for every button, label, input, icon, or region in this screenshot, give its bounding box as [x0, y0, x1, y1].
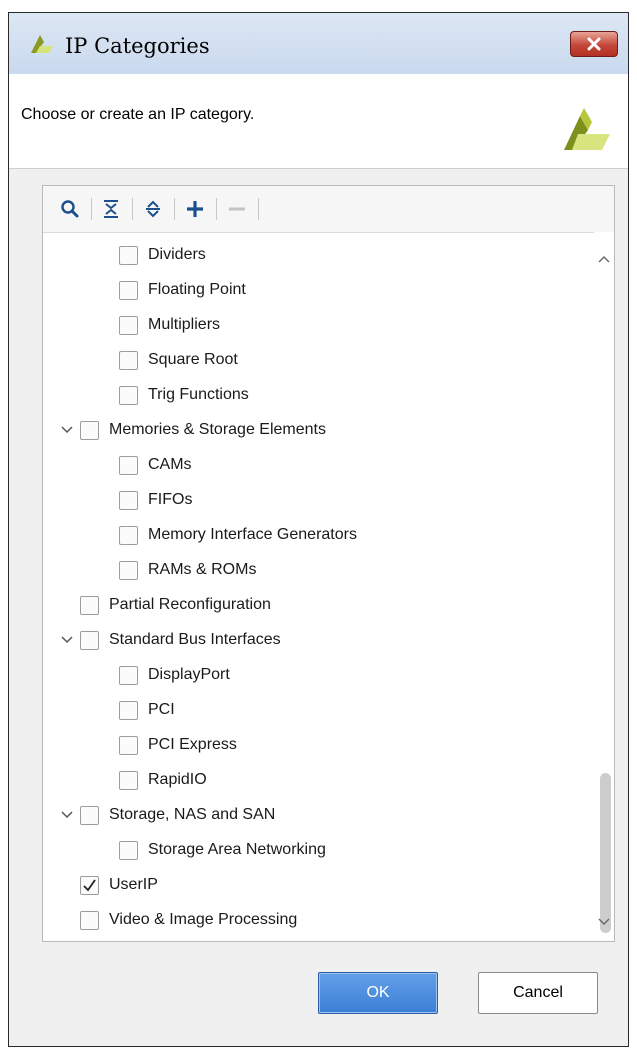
tree-toolbar — [43, 186, 614, 233]
checkbox[interactable] — [119, 315, 138, 335]
tree-item-label: RAMs & ROMs — [148, 561, 257, 578]
chevron-down-icon[interactable] — [60, 423, 74, 437]
tree-item[interactable]: DisplayPort — [119, 662, 230, 688]
collapse-all-icon[interactable] — [101, 199, 121, 219]
checkbox[interactable] — [80, 910, 99, 930]
cancel-button[interactable]: Cancel — [478, 972, 598, 1014]
tree-item-label: Storage, NAS and SAN — [109, 806, 276, 823]
header-description: Choose or create an IP category. — [21, 106, 255, 123]
toolbar-separator — [132, 198, 133, 220]
tree-item-label: Memory Interface Generators — [148, 526, 357, 543]
tree-item[interactable]: RapidIO — [119, 767, 207, 793]
tree-item-label: DisplayPort — [148, 666, 230, 683]
tree-item-memories-storage[interactable]: Memories & Storage Elements — [60, 417, 326, 443]
checkmark-icon — [83, 878, 96, 891]
tree-item-label: RapidIO — [148, 771, 207, 788]
tree-item-partial-reconfiguration[interactable]: Partial Reconfiguration — [80, 592, 271, 618]
xilinx-app-icon — [31, 35, 53, 58]
scroll-up-icon[interactable] — [598, 250, 610, 268]
toolbar-separator — [174, 198, 175, 220]
tree-item-storage-nas-san[interactable]: Storage, NAS and SAN — [60, 802, 275, 828]
toolbar-separator — [216, 198, 217, 220]
vertical-scrollbar[interactable] — [594, 232, 614, 941]
tree-item[interactable]: Memory Interface Generators — [119, 522, 357, 548]
checkbox[interactable] — [80, 805, 99, 825]
close-icon — [587, 37, 601, 51]
tree-item-standard-bus-interfaces[interactable]: Standard Bus Interfaces — [60, 627, 281, 653]
minus-icon[interactable] — [227, 199, 247, 219]
search-icon[interactable] — [60, 199, 80, 219]
tree-item-label: Video & Image Processing — [109, 911, 298, 928]
tree-item-label: Trig Functions — [148, 386, 249, 403]
tree-item[interactable]: CAMs — [119, 452, 192, 478]
tree-item[interactable]: PCI Express — [119, 732, 237, 758]
tree-item-userip[interactable]: UserIP — [80, 872, 158, 898]
chevron-down-icon[interactable] — [60, 633, 74, 647]
toolbar-separator — [258, 198, 259, 220]
close-button[interactable] — [570, 31, 618, 57]
tree-item-label: Floating Point — [148, 281, 246, 298]
checkbox[interactable] — [119, 665, 138, 685]
xilinx-logo-icon — [564, 108, 610, 155]
tree-item-label: UserIP — [109, 876, 158, 893]
tree-item-label: PCI Express — [148, 736, 237, 753]
tree-item-label: Dividers — [148, 246, 206, 263]
category-tree: Dividers Floating Point Multipliers Squa… — [43, 232, 595, 941]
checkbox[interactable] — [119, 770, 138, 790]
tree-item-label: Partial Reconfiguration — [109, 596, 271, 613]
checkbox-checked[interactable] — [80, 875, 99, 895]
tree-item[interactable]: Floating Point — [119, 277, 246, 303]
tree-item-label: CAMs — [148, 456, 192, 473]
toolbar-separator — [91, 198, 92, 220]
checkbox[interactable] — [119, 245, 138, 265]
tree-item-label: FIFOs — [148, 491, 193, 508]
scroll-down-icon[interactable] — [598, 913, 610, 931]
checkbox[interactable] — [80, 420, 99, 440]
tree-item[interactable]: Dividers — [119, 242, 206, 268]
tree-item-label: Square Root — [148, 351, 238, 368]
tree-item-label: Multipliers — [148, 316, 221, 333]
checkbox[interactable] — [119, 385, 138, 405]
ok-button[interactable]: OK — [318, 972, 438, 1014]
tree-item[interactable]: Multipliers — [119, 312, 220, 338]
window-title: IP Categories — [65, 34, 210, 58]
checkbox[interactable] — [119, 525, 138, 545]
tree-item[interactable]: Trig Functions — [119, 382, 249, 408]
checkbox[interactable] — [80, 630, 99, 650]
checkbox[interactable] — [119, 700, 138, 720]
ip-categories-dialog: IP Categories Choose or create an IP cat… — [8, 12, 629, 1047]
checkbox[interactable] — [119, 840, 138, 860]
tree-item-label: Storage Area Networking — [148, 841, 326, 858]
checkbox[interactable] — [80, 595, 99, 615]
title-bar[interactable]: IP Categories — [9, 13, 628, 74]
tree-item-label: Standard Bus Interfaces — [109, 631, 281, 648]
checkbox[interactable] — [119, 490, 138, 510]
tree-item[interactable]: Storage Area Networking — [119, 837, 326, 863]
tree-item[interactable]: PCI — [119, 697, 175, 723]
category-panel: Dividers Floating Point Multipliers Squa… — [42, 185, 615, 942]
tree-item-label: PCI — [148, 701, 175, 718]
tree-item[interactable]: FIFOs — [119, 487, 192, 513]
tree-item-label: Memories & Storage Elements — [109, 421, 326, 438]
plus-icon[interactable] — [185, 199, 205, 219]
tree-item[interactable]: Square Root — [119, 347, 238, 373]
scrollbar-thumb[interactable] — [600, 773, 611, 933]
chevron-down-icon[interactable] — [60, 808, 74, 822]
tree-item[interactable]: RAMs & ROMs — [119, 557, 256, 583]
checkbox[interactable] — [119, 280, 138, 300]
expand-all-icon[interactable] — [143, 199, 163, 219]
checkbox[interactable] — [119, 455, 138, 475]
checkbox[interactable] — [119, 560, 138, 580]
dialog-header: Choose or create an IP category. — [9, 74, 628, 169]
tree-item-video-image-processing[interactable]: Video & Image Processing — [80, 907, 297, 933]
checkbox[interactable] — [119, 350, 138, 370]
checkbox[interactable] — [119, 735, 138, 755]
